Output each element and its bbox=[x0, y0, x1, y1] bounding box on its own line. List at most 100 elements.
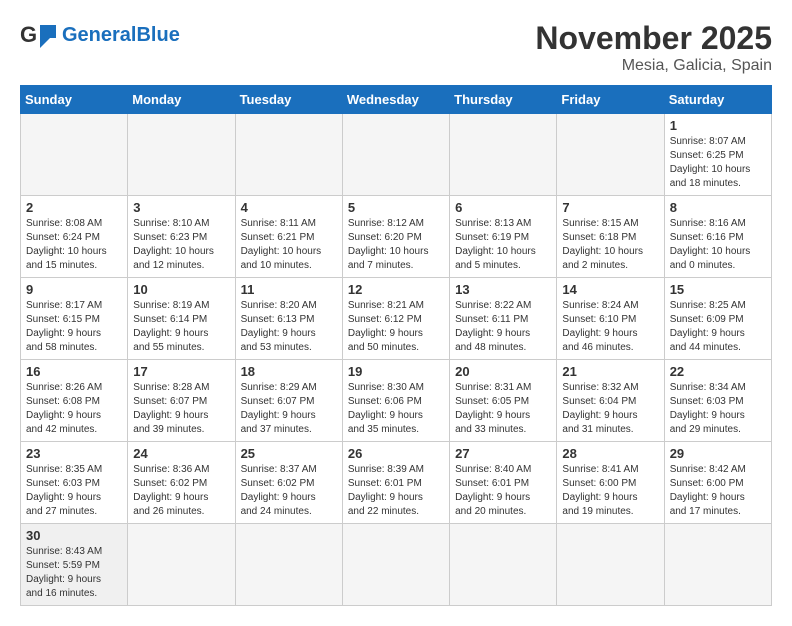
day-info: Sunrise: 8:31 AM Sunset: 6:05 PM Dayligh… bbox=[455, 381, 551, 437]
calendar-cell: 29 Sunrise: 8:42 AM Sunset: 6:00 PM Dayli… bbox=[664, 442, 771, 524]
day-info: Sunrise: 8:25 AM Sunset: 6:09 PM Dayligh… bbox=[670, 299, 766, 355]
day-number: 30 bbox=[26, 528, 122, 543]
calendar-cell: 16Sunrise: 8:26 AM Sunset: 6:08 PM Dayli… bbox=[21, 360, 128, 442]
calendar-cell: 28 Sunrise: 8:41 AM Sunset: 6:00 PM Dayli… bbox=[557, 442, 664, 524]
day-number: 19 bbox=[348, 364, 444, 379]
day-of-week-header: Sunday bbox=[21, 86, 128, 114]
calendar-cell: 14 Sunrise: 8:24 AM Sunset: 6:10 PM Dayli… bbox=[557, 278, 664, 360]
day-number: 7 bbox=[562, 200, 658, 215]
calendar-cell: 1 Sunrise: 8:07 AM Sunset: 6:25 PM Daylig… bbox=[664, 114, 771, 196]
day-number: 5 bbox=[348, 200, 444, 215]
day-info: Sunrise: 8:21 AM Sunset: 6:12 PM Dayligh… bbox=[348, 299, 444, 355]
day-info: Sunrise: 8:30 AM Sunset: 6:06 PM Dayligh… bbox=[348, 381, 444, 437]
day-number: 23 bbox=[26, 446, 122, 461]
day-info: Sunrise: 8:08 AM Sunset: 6:24 PM Dayligh… bbox=[26, 217, 122, 273]
page-header: G GeneralBlue November 2025 Mesia, Galic… bbox=[20, 20, 772, 75]
calendar-cell bbox=[128, 114, 235, 196]
calendar-cell: 15Sunrise: 8:25 AM Sunset: 6:09 PM Dayli… bbox=[664, 278, 771, 360]
day-info: Sunrise: 8:20 AM Sunset: 6:13 PM Dayligh… bbox=[241, 299, 337, 355]
calendar-cell bbox=[557, 524, 664, 606]
day-number: 25 bbox=[241, 446, 337, 461]
calendar-cell: 26Sunrise: 8:39 AM Sunset: 6:01 PM Dayli… bbox=[342, 442, 449, 524]
svg-text:G: G bbox=[20, 22, 37, 47]
day-info: Sunrise: 8:32 AM Sunset: 6:04 PM Dayligh… bbox=[562, 381, 658, 437]
day-number: 27 bbox=[455, 446, 551, 461]
day-of-week-header: Thursday bbox=[450, 86, 557, 114]
logo-icon: G bbox=[20, 20, 56, 50]
calendar-cell: 8Sunrise: 8:16 AM Sunset: 6:16 PM Daylig… bbox=[664, 196, 771, 278]
calendar-cell: 25 Sunrise: 8:37 AM Sunset: 6:02 PM Dayli… bbox=[235, 442, 342, 524]
day-info: Sunrise: 8:39 AM Sunset: 6:01 PM Dayligh… bbox=[348, 463, 444, 519]
day-info: Sunrise: 8:40 AM Sunset: 6:01 PM Dayligh… bbox=[455, 463, 551, 519]
calendar-cell: 6Sunrise: 8:13 AM Sunset: 6:19 PM Daylig… bbox=[450, 196, 557, 278]
day-info: Sunrise: 8:17 AM Sunset: 6:15 PM Dayligh… bbox=[26, 299, 122, 355]
month-title: November 2025 bbox=[535, 20, 772, 57]
calendar-cell bbox=[235, 524, 342, 606]
day-number: 29 bbox=[670, 446, 766, 461]
calendar-cell bbox=[664, 524, 771, 606]
calendar-cell: 23 Sunrise: 8:35 AM Sunset: 6:03 PM Dayli… bbox=[21, 442, 128, 524]
calendar-cell: 4Sunrise: 8:11 AM Sunset: 6:21 PM Daylig… bbox=[235, 196, 342, 278]
logo-general: General bbox=[62, 24, 136, 46]
calendar-cell: 9 Sunrise: 8:17 AM Sunset: 6:15 PM Daylig… bbox=[21, 278, 128, 360]
calendar-cell: 21 Sunrise: 8:32 AM Sunset: 6:04 PM Dayli… bbox=[557, 360, 664, 442]
day-number: 1 bbox=[670, 118, 766, 133]
calendar-cell bbox=[128, 524, 235, 606]
calendar-cell: 24 Sunrise: 8:36 AM Sunset: 6:02 PM Dayli… bbox=[128, 442, 235, 524]
day-info: Sunrise: 8:15 AM Sunset: 6:18 PM Dayligh… bbox=[562, 217, 658, 273]
day-number: 28 bbox=[562, 446, 658, 461]
calendar-cell: 12 Sunrise: 8:21 AM Sunset: 6:12 PM Dayli… bbox=[342, 278, 449, 360]
calendar-cell: 13 Sunrise: 8:22 AM Sunset: 6:11 PM Dayli… bbox=[450, 278, 557, 360]
logo-blue: Blue bbox=[136, 24, 179, 46]
day-number: 20 bbox=[455, 364, 551, 379]
day-number: 24 bbox=[133, 446, 229, 461]
day-info: Sunrise: 8:34 AM Sunset: 6:03 PM Dayligh… bbox=[670, 381, 766, 437]
day-number: 11 bbox=[241, 282, 337, 297]
day-info: Sunrise: 8:35 AM Sunset: 6:03 PM Dayligh… bbox=[26, 463, 122, 519]
calendar-cell: 17Sunrise: 8:28 AM Sunset: 6:07 PM Dayli… bbox=[128, 360, 235, 442]
calendar-cell bbox=[342, 524, 449, 606]
day-of-week-header: Monday bbox=[128, 86, 235, 114]
title-block: November 2025 Mesia, Galicia, Spain bbox=[535, 20, 772, 75]
day-info: Sunrise: 8:37 AM Sunset: 6:02 PM Dayligh… bbox=[241, 463, 337, 519]
calendar-cell: 18Sunrise: 8:29 AM Sunset: 6:07 PM Dayli… bbox=[235, 360, 342, 442]
calendar-cell: 5 Sunrise: 8:12 AM Sunset: 6:20 PM Daylig… bbox=[342, 196, 449, 278]
day-of-week-header: Tuesday bbox=[235, 86, 342, 114]
day-number: 22 bbox=[670, 364, 766, 379]
day-info: Sunrise: 8:28 AM Sunset: 6:07 PM Dayligh… bbox=[133, 381, 229, 437]
calendar-cell: 2 Sunrise: 8:08 AM Sunset: 6:24 PM Daylig… bbox=[21, 196, 128, 278]
day-number: 9 bbox=[26, 282, 122, 297]
day-number: 14 bbox=[562, 282, 658, 297]
day-info: Sunrise: 8:36 AM Sunset: 6:02 PM Dayligh… bbox=[133, 463, 229, 519]
day-info: Sunrise: 8:41 AM Sunset: 6:00 PM Dayligh… bbox=[562, 463, 658, 519]
calendar-cell: 7 Sunrise: 8:15 AM Sunset: 6:18 PM Daylig… bbox=[557, 196, 664, 278]
day-info: Sunrise: 8:22 AM Sunset: 6:11 PM Dayligh… bbox=[455, 299, 551, 355]
calendar-cell: 30Sunrise: 8:43 AM Sunset: 5:59 PM Dayli… bbox=[21, 524, 128, 606]
day-info: Sunrise: 8:24 AM Sunset: 6:10 PM Dayligh… bbox=[562, 299, 658, 355]
location-subtitle: Mesia, Galicia, Spain bbox=[535, 57, 772, 75]
calendar-cell: 27 Sunrise: 8:40 AM Sunset: 6:01 PM Dayli… bbox=[450, 442, 557, 524]
day-of-week-header: Wednesday bbox=[342, 86, 449, 114]
calendar-cell: 20 Sunrise: 8:31 AM Sunset: 6:05 PM Dayli… bbox=[450, 360, 557, 442]
calendar-cell: 22 Sunrise: 8:34 AM Sunset: 6:03 PM Dayli… bbox=[664, 360, 771, 442]
day-number: 10 bbox=[133, 282, 229, 297]
day-info: Sunrise: 8:12 AM Sunset: 6:20 PM Dayligh… bbox=[348, 217, 444, 273]
day-info: Sunrise: 8:16 AM Sunset: 6:16 PM Dayligh… bbox=[670, 217, 766, 273]
day-number: 12 bbox=[348, 282, 444, 297]
calendar-cell: 3Sunrise: 8:10 AM Sunset: 6:23 PM Daylig… bbox=[128, 196, 235, 278]
day-number: 21 bbox=[562, 364, 658, 379]
day-info: Sunrise: 8:42 AM Sunset: 6:00 PM Dayligh… bbox=[670, 463, 766, 519]
day-number: 4 bbox=[241, 200, 337, 215]
calendar-cell: 11 Sunrise: 8:20 AM Sunset: 6:13 PM Dayli… bbox=[235, 278, 342, 360]
logo-text: GeneralBlue bbox=[62, 24, 180, 47]
calendar-cell: 10Sunrise: 8:19 AM Sunset: 6:14 PM Dayli… bbox=[128, 278, 235, 360]
day-info: Sunrise: 8:07 AM Sunset: 6:25 PM Dayligh… bbox=[670, 135, 766, 191]
calendar-cell bbox=[450, 114, 557, 196]
logo: G GeneralBlue bbox=[20, 20, 180, 50]
day-of-week-header: Saturday bbox=[664, 86, 771, 114]
calendar-cell bbox=[557, 114, 664, 196]
calendar-cell bbox=[342, 114, 449, 196]
calendar-cell bbox=[235, 114, 342, 196]
day-number: 2 bbox=[26, 200, 122, 215]
day-number: 13 bbox=[455, 282, 551, 297]
